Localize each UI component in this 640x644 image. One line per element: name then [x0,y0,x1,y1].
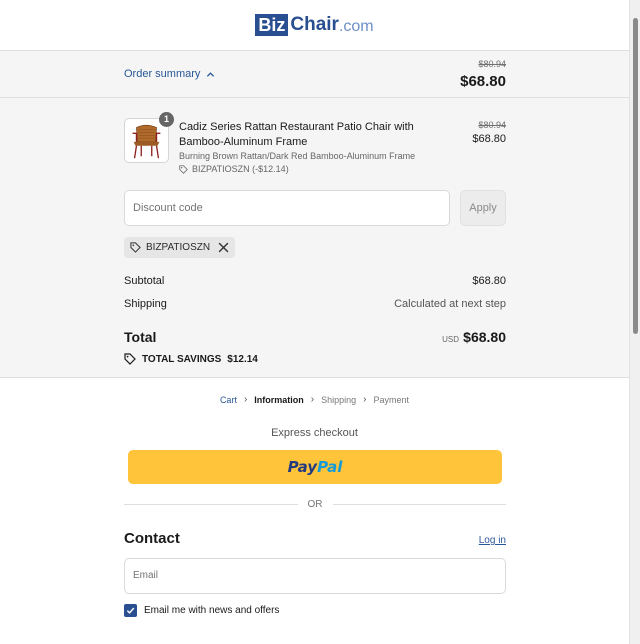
total-savings: TOTAL SAVINGS $12.14 [124,353,258,365]
checkmark-icon [126,607,135,614]
header: Biz Chair .com [0,0,629,51]
total-currency: USD [442,335,459,344]
product-discount: BIZPATIOSZN (-$12.14) [179,164,289,174]
logo-biz: Biz [255,14,289,36]
breadcrumb-shipping: Shipping [321,394,357,405]
breadcrumb-information: Information [254,394,304,405]
paypal-logo-pay: Pay [287,458,318,476]
cart-line-item: 1 Cadiz Series Rattan Restaurant Patio C… [124,112,506,178]
chevron-right-icon: › [363,394,367,405]
total-value: $68.80 [463,329,506,345]
subtotal-row: Subtotal $68.80 [124,275,506,287]
summary-total: $68.80 [460,73,506,90]
savings-label: TOTAL SAVINGS [142,353,222,365]
checkout-page: Biz Chair .com Order summary $80.94 $68.… [0,0,629,644]
bizchair-logo[interactable]: Biz Chair .com [255,14,374,36]
scrollbar-thumb[interactable] [633,18,638,334]
newsletter-option[interactable]: Email me with news and offers [124,604,279,617]
login-link[interactable]: Log in [479,535,506,546]
product-title: Cadiz Series Rattan Restaurant Patio Cha… [179,121,414,148]
logo-com: .com [338,17,374,35]
email-field[interactable]: Email [124,558,506,594]
breadcrumb-payment: Payment [373,394,410,405]
shipping-label: Shipping [124,298,167,310]
total-label: Total [124,329,157,345]
product-discount-label: BIZPATIOSZN (-$12.14) [192,164,289,174]
tag-icon [179,164,188,174]
paypal-logo-pal: Pal [317,458,343,476]
paypal-button[interactable]: Pay Pal [128,450,502,484]
order-summary-toggle[interactable]: Order summary [124,68,215,80]
or-divider: OR [124,497,506,511]
product-compare-price: $80.94 [478,120,506,130]
tag-icon [130,242,141,253]
order-summary-bar: Order summary $80.94 $68.80 [0,51,629,98]
page-scrollbar[interactable] [629,0,640,644]
product-price: $68.80 [472,133,506,145]
contact-heading: Contact [124,530,180,547]
breadcrumb: Cart › Information › Shipping › Payment [0,394,629,405]
shipping-row: Shipping Calculated at next step [124,298,506,310]
tag-icon [124,353,136,365]
remove-discount-icon[interactable] [218,242,229,253]
applied-discount-chip: BIZPATIOSZN [124,237,236,258]
product-variant: Burning Brown Rattan/Dark Red Bamboo-Alu… [179,151,416,161]
newsletter-label: Email me with news and offers [144,605,280,616]
subtotal-value: $68.80 [472,275,506,287]
applied-discount-code: BIZPATIOSZN [146,242,211,253]
newsletter-checkbox[interactable] [124,604,137,617]
breadcrumb-cart[interactable]: Cart [220,395,237,405]
chevron-up-icon [207,71,215,77]
discount-code-input[interactable]: Discount code [124,190,450,226]
order-summary-label: Order summary [124,68,201,80]
savings-value: $12.14 [227,353,258,365]
apply-discount-button[interactable]: Apply [460,190,506,226]
quantity-badge: 1 [159,112,174,127]
summary-compare-total: $80.94 [478,59,506,69]
chevron-right-icon: › [243,394,248,405]
order-summary-panel: 1 Cadiz Series Rattan Restaurant Patio C… [0,98,629,378]
chevron-right-icon: › [310,394,315,405]
logo-chair: Chair [290,14,339,35]
or-label: OR [307,498,323,510]
shipping-value: Calculated at next step [394,298,506,310]
total-row: Total USD $68.80 [124,329,506,349]
subtotal-label: Subtotal [124,275,165,287]
express-checkout-label: Express checkout [271,427,358,439]
